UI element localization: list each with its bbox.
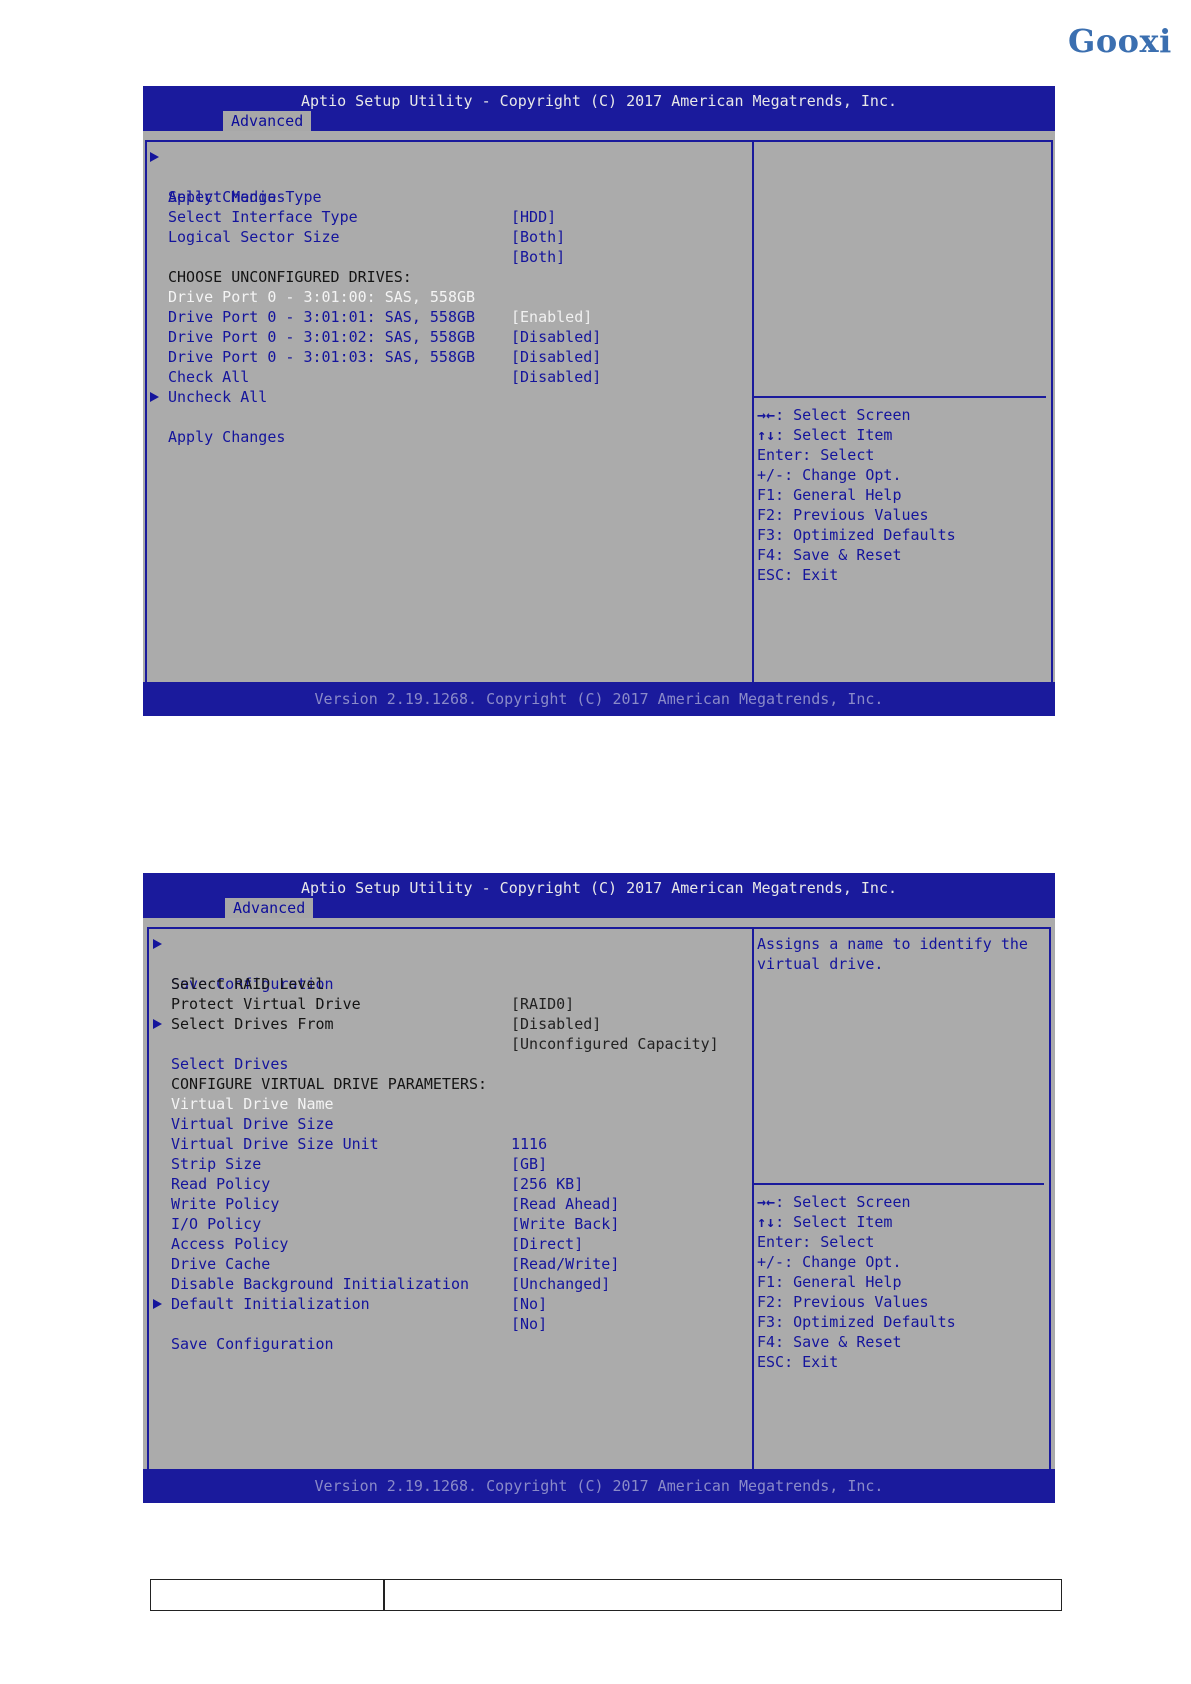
bios-main-panel: Save Configuration Select RAID Level [RA… <box>143 926 1055 1494</box>
menu-item-uncheck-all[interactable]: Uncheck All <box>168 367 267 406</box>
key-help-enter: Enter: Select <box>757 1233 875 1251</box>
menu-item-save-configuration-bottom[interactable]: Save Configuration <box>153 1294 334 1353</box>
key-help-enter: Enter: Select <box>757 446 875 464</box>
menu-item-check-all[interactable]: Check All <box>168 347 249 386</box>
key-help-select-screen: →←: Select Screen <box>757 1193 911 1211</box>
gooxi-logo: Gooxi <box>1068 22 1172 60</box>
menubar-divider <box>143 131 1055 139</box>
setting-logical-sector-size[interactable]: Logical Sector Size [Both] <box>168 207 565 266</box>
setting-select-raid-level[interactable]: Select RAID Level [RAID0] <box>171 954 574 1013</box>
parameter-table <box>150 1579 1062 1611</box>
menu-item-apply-changes-bottom[interactable]: Apply Changes <box>150 387 285 446</box>
drive-port-0-3-01-02[interactable]: Drive Port 0 - 3:01:02: SAS, 558GB [Disa… <box>168 307 601 366</box>
setting-drive-cache[interactable]: Drive Cache [Unchanged] <box>171 1234 610 1293</box>
menu-item-save-configuration[interactable]: Save Configuration <box>153 934 334 993</box>
key-help-change-opt: +/-: Change Opt. <box>757 466 902 484</box>
submenu-arrow-icon <box>153 1299 162 1309</box>
bios-screen-drive-selection: Aptio Setup Utility - Copyright (C) 2017… <box>143 86 1055 716</box>
bios-title: Aptio Setup Utility - Copyright (C) 2017… <box>300 92 898 110</box>
setting-select-drives-from[interactable]: Select Drives From [Unconfigured Capacit… <box>171 994 719 1053</box>
submenu-arrow-icon <box>153 1019 162 1029</box>
table-cell-divider <box>383 1580 385 1610</box>
setting-io-policy[interactable]: I/O Policy [Direct] <box>171 1194 583 1253</box>
submenu-arrow-icon <box>150 392 159 402</box>
menu-item-apply-changes[interactable]: Apply Changes <box>150 147 285 206</box>
setting-read-policy[interactable]: Read Policy [Read Ahead] <box>171 1154 619 1213</box>
setting-default-initialization[interactable]: Default Initialization [No] <box>171 1274 547 1333</box>
key-help-f4: F4: Save & Reset <box>757 1333 902 1351</box>
drive-port-0-3-01-00[interactable]: Drive Port 0 - 3:01:00: SAS, 558GB [Enab… <box>168 267 592 326</box>
key-help-f3: F3: Optimized Defaults <box>757 1313 956 1331</box>
key-help-f2: F2: Previous Values <box>757 506 929 524</box>
section-heading: CONFIGURE VIRTUAL DRIVE PARAMETERS: <box>171 1075 488 1093</box>
setting-select-interface-type[interactable]: Select Interface Type [Both] <box>168 187 565 246</box>
key-help-f1: F1: General Help <box>757 1273 902 1291</box>
key-help-f1: F1: General Help <box>757 486 902 504</box>
key-help-select-item: ↑↓: Select Item <box>757 426 893 444</box>
bios-screen-virtual-drive-config: Aptio Setup Utility - Copyright (C) 2017… <box>143 873 1055 1503</box>
bios-footer: Version 2.19.1268. Copyright (C) 2017 Am… <box>143 682 1055 716</box>
menu-item-select-drives[interactable]: Select Drives <box>153 1014 288 1073</box>
setting-disable-background-initialization[interactable]: Disable Background Initialization [No] <box>171 1254 547 1313</box>
bios-title: Aptio Setup Utility - Copyright (C) 2017… <box>300 879 898 897</box>
bios-main-panel: Apply Changes Select Media Type [HDD] Se… <box>143 139 1055 707</box>
submenu-arrow-icon <box>153 939 162 949</box>
key-help-f2: F2: Previous Values <box>757 1293 929 1311</box>
key-help-esc: ESC: Exit <box>757 1353 839 1371</box>
help-separator <box>754 396 1046 398</box>
section-heading: CHOOSE UNCONFIGURED DRIVES: <box>168 268 412 286</box>
key-help-f4: F4: Save & Reset <box>757 546 902 564</box>
menubar-divider <box>143 918 1055 926</box>
help-description-line: virtual drive. <box>757 955 884 973</box>
drive-port-0-3-01-03[interactable]: Drive Port 0 - 3:01:03: SAS, 558GB [Disa… <box>168 327 601 386</box>
help-separator <box>754 1183 1044 1185</box>
setting-protect-virtual-drive[interactable]: Protect Virtual Drive [Disabled] <box>171 974 601 1033</box>
submenu-arrow-icon <box>150 152 159 162</box>
help-description-line: Assigns a name to identify the <box>757 935 1028 953</box>
key-help-f3: F3: Optimized Defaults <box>757 526 956 544</box>
setting-select-media-type[interactable]: Select Media Type [HDD] <box>168 167 556 226</box>
setting-access-policy[interactable]: Access Policy [Read/Write] <box>171 1214 619 1273</box>
setting-virtual-drive-name[interactable]: Virtual Drive Name <box>171 1074 334 1113</box>
key-help-change-opt: +/-: Change Opt. <box>757 1253 902 1271</box>
key-help-esc: ESC: Exit <box>757 566 839 584</box>
drive-port-0-3-01-01[interactable]: Drive Port 0 - 3:01:01: SAS, 558GB [Disa… <box>168 287 601 346</box>
key-help-select-screen: →←: Select Screen <box>757 406 911 424</box>
setting-virtual-drive-size-unit[interactable]: Virtual Drive Size Unit [GB] <box>171 1114 547 1173</box>
setting-strip-size[interactable]: Strip Size [256 KB] <box>171 1134 583 1193</box>
key-help-select-item: ↑↓: Select Item <box>757 1213 893 1231</box>
bios-footer: Version 2.19.1268. Copyright (C) 2017 Am… <box>143 1469 1055 1503</box>
setting-write-policy[interactable]: Write Policy [Write Back] <box>171 1174 619 1233</box>
tab-advanced[interactable]: Advanced <box>223 111 312 131</box>
tab-advanced[interactable]: Advanced <box>225 898 314 918</box>
setting-virtual-drive-size[interactable]: Virtual Drive Size 1116 <box>171 1094 547 1153</box>
